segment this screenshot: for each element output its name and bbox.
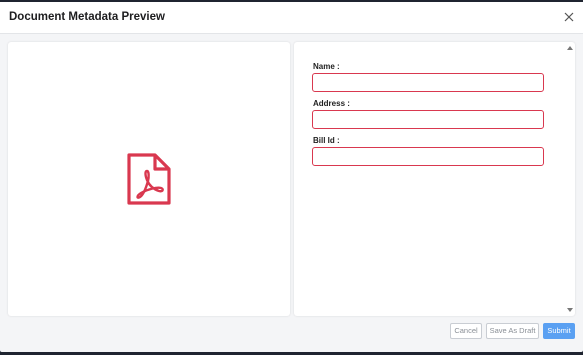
name-input[interactable] (312, 73, 544, 92)
save-as-draft-button[interactable]: Save As Draft (486, 323, 539, 339)
form-scrollbar[interactable] (565, 42, 575, 316)
close-icon[interactable] (563, 10, 575, 22)
pdf-file-icon (126, 153, 172, 205)
scroll-down-icon[interactable] (567, 308, 573, 312)
address-label: Address : (313, 99, 350, 108)
bill-id-label: Bill Id : (313, 136, 340, 145)
name-label: Name : (313, 62, 340, 71)
submit-button[interactable]: Submit (543, 323, 575, 339)
cancel-button[interactable]: Cancel (450, 323, 482, 339)
modal-header: Document Metadata Preview (0, 2, 583, 34)
document-metadata-modal: Document Metadata Preview Name : Address… (0, 2, 583, 352)
document-preview-panel (8, 42, 290, 316)
metadata-form-panel: Name : Address : Bill Id : (294, 42, 575, 316)
modal-title: Document Metadata Preview (9, 11, 165, 23)
scroll-up-icon[interactable] (567, 46, 573, 50)
address-input[interactable] (312, 110, 544, 129)
bill-id-input[interactable] (312, 147, 544, 166)
